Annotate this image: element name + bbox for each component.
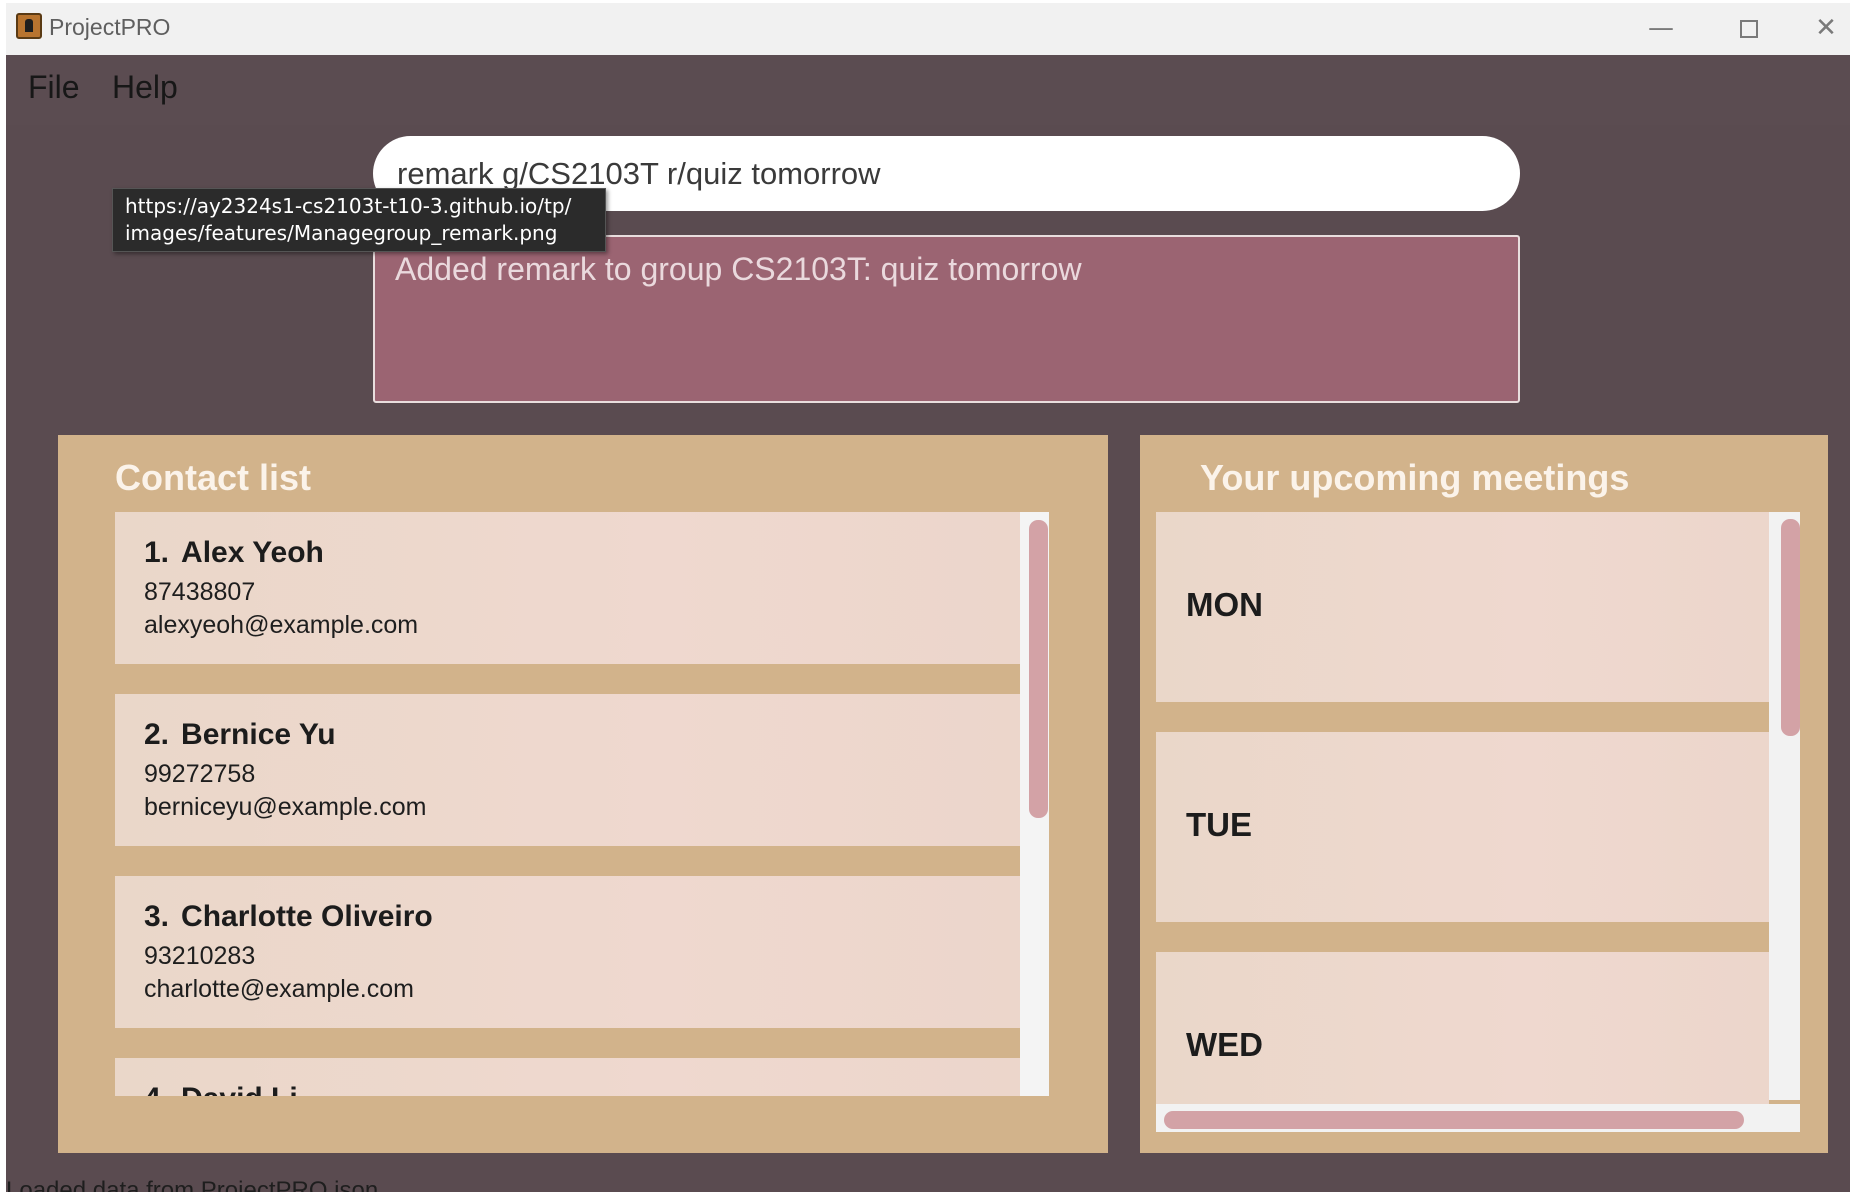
contact-name: Alex Yeoh (181, 536, 324, 569)
meetings-horizontal-scroll-thumb[interactable] (1164, 1111, 1744, 1129)
tooltip-line-2: images/features/Managegroup_remark.png (125, 221, 558, 245)
contact-name: Bernice Yu (181, 718, 336, 751)
contact-card[interactable]: 2. Bernice Yu 99272758 berniceyu@example.… (115, 694, 1020, 846)
contact-list[interactable]: 1. Alex Yeoh 87438807 alexyeoh@example.co… (115, 512, 1049, 1096)
day-card[interactable]: TUE (1156, 732, 1769, 922)
maximize-icon (1740, 19, 1758, 38)
menu-bar: File Help (6, 55, 1850, 125)
contact-list-panel: Contact list 1. Alex Yeoh 87438807 alexye… (58, 435, 1108, 1153)
contact-list-title: Contact list (115, 457, 312, 498)
contact-email: charlotte@example.com (144, 975, 414, 1003)
contact-index: 4. (144, 1082, 169, 1096)
maximize-button[interactable] (1714, 9, 1784, 47)
day-label: WED (1186, 1026, 1263, 1063)
status-text: Loaded data from ProjectPRO.json (6, 1177, 379, 1192)
contact-card[interactable]: 3. Charlotte Oliveiro 93210283 charlotte@… (115, 876, 1020, 1028)
contact-name-line: 1. Alex Yeoh (144, 536, 1020, 570)
contact-email: berniceyu@example.com (144, 793, 427, 821)
contact-name-line: 4. David Li (144, 1082, 1020, 1096)
menu-file[interactable]: File (28, 69, 80, 106)
meetings-vertical-scroll-thumb[interactable] (1781, 519, 1800, 736)
url-tooltip: https://ay2324s1-cs2103t-t10-3.github.io… (112, 188, 606, 252)
contact-phone: 87438807 (144, 578, 256, 606)
contact-name-line: 3. Charlotte Oliveiro (144, 900, 1020, 934)
day-label: TUE (1186, 806, 1252, 843)
result-display: Added remark to group CS2103T: quiz tomo… (373, 235, 1520, 403)
contact-index: 1. (144, 536, 170, 569)
minimize-button[interactable]: — (1626, 9, 1696, 47)
tooltip-line-1: https://ay2324s1-cs2103t-t10-3.github.io… (125, 194, 572, 218)
contact-name: Charlotte Oliveiro (181, 900, 433, 933)
meetings-title: Your upcoming meetings (1200, 457, 1630, 498)
contact-card[interactable]: 4. David Li (115, 1058, 1020, 1096)
contact-card[interactable]: 1. Alex Yeoh 87438807 alexyeoh@example.co… (115, 512, 1020, 664)
title-bar: ProjectPRO — ✕ (6, 3, 1850, 55)
close-button[interactable]: ✕ (1802, 9, 1850, 47)
meetings-panel: Your upcoming meetings MON TUE WED (1140, 435, 1828, 1153)
contact-phone: 99272758 (144, 760, 256, 788)
contact-name: David Li (181, 1082, 298, 1096)
app-icon (16, 13, 42, 39)
day-label: MON (1186, 586, 1263, 623)
meetings-list[interactable]: MON TUE WED (1156, 512, 1800, 1132)
status-bar: Loaded data from ProjectPRO.json (6, 1169, 1850, 1192)
contact-index: 3. (144, 900, 170, 933)
day-card[interactable]: MON (1156, 512, 1769, 702)
menu-help[interactable]: Help (112, 69, 178, 106)
window-title: ProjectPRO (49, 14, 171, 40)
contact-list-scroll-thumb[interactable] (1029, 520, 1048, 818)
contact-email: alexyeoh@example.com (144, 611, 419, 639)
contact-index: 2. (144, 718, 170, 751)
app-window: ProjectPRO — ✕ File Help remark g/CS2103… (6, 3, 1850, 1192)
contact-phone: 93210283 (144, 942, 256, 970)
contact-name-line: 2. Bernice Yu (144, 718, 1020, 752)
